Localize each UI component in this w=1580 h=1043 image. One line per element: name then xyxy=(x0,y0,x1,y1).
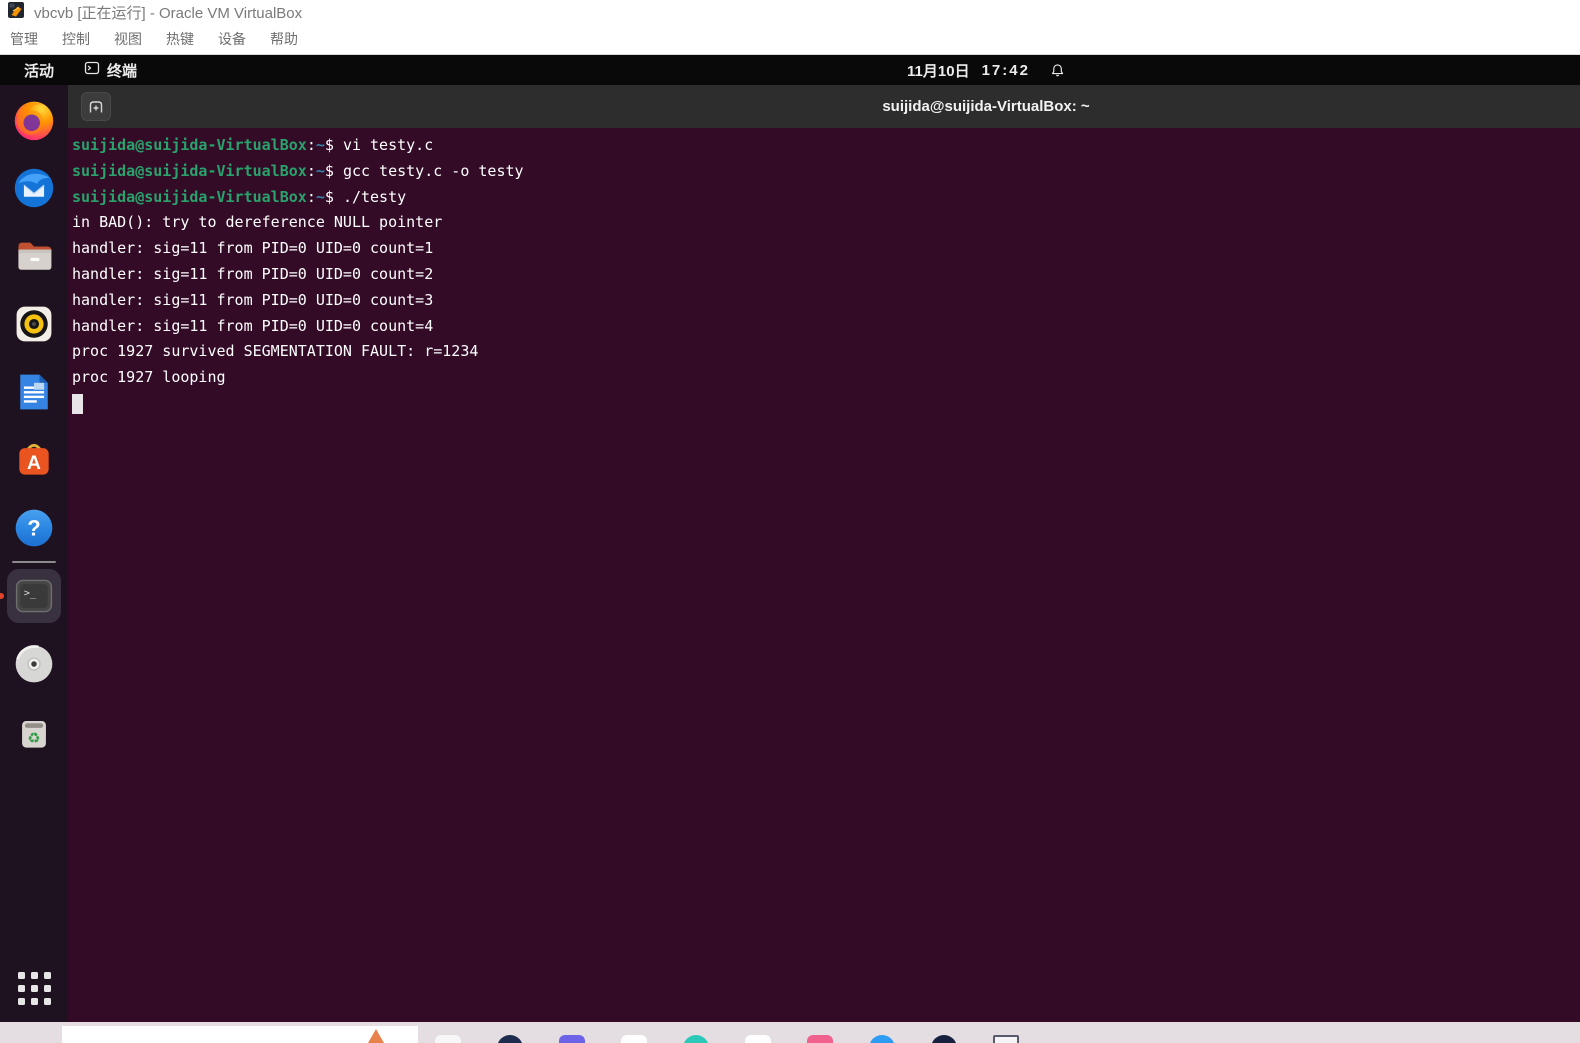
libreoffice-writer-icon[interactable] xyxy=(10,368,58,416)
terminal-icon[interactable]: >_ xyxy=(0,572,58,620)
output-text: proc 1927 survived SEGMENTATION FAULT: r… xyxy=(72,342,479,361)
output-text: in BAD(): try to dereference NULL pointe… xyxy=(72,213,443,232)
prompt-path: ~ xyxy=(315,187,325,206)
terminal-output-line: handler: sig=11 from PID=0 UID=0 count=3 xyxy=(72,288,1580,314)
prompt-dollar: $ xyxy=(324,161,343,180)
trash-icon[interactable]: ♻ xyxy=(10,708,58,756)
running-indicator-dot xyxy=(0,593,4,599)
taskbar-app-6[interactable] xyxy=(745,1035,771,1043)
prompt-user: suijida@suijida-VirtualBox xyxy=(72,136,307,154)
svg-text:A: A xyxy=(27,453,41,474)
menu-item-hotkeys[interactable]: 热键 xyxy=(166,29,194,49)
output-text: proc 1927 looping xyxy=(72,368,226,387)
terminal-output-line: handler: sig=11 from PID=0 UID=0 count=1 xyxy=(72,236,1580,262)
output-text: handler: sig=11 from PID=0 UID=0 count=2 xyxy=(72,264,434,283)
terminal-title: suijida@suijida-VirtualBox: ~ xyxy=(882,98,1090,115)
files-icon[interactable] xyxy=(10,232,58,280)
terminal-mini-icon xyxy=(84,60,100,80)
prompt-colon: : xyxy=(306,187,316,206)
prompt-path: ~ xyxy=(315,136,325,154)
terminal-output-line: in BAD(): try to dereference NULL pointe… xyxy=(72,210,1580,236)
taskbar-app-5[interactable] xyxy=(683,1035,709,1043)
thunderbird-icon[interactable] xyxy=(10,164,58,212)
prompt-user: suijida@suijida-VirtualBox xyxy=(72,187,307,206)
new-tab-button[interactable] xyxy=(81,92,111,121)
menu-item-view[interactable]: 视图 xyxy=(114,29,142,49)
virtualbox-titlebar: vbcvb [正在运行] - Oracle VM VirtualBox xyxy=(0,0,1580,24)
command-text: ./testy xyxy=(342,187,407,206)
terminal-header: suijida@suijida-VirtualBox: ~ xyxy=(68,85,1580,128)
svg-text:>_: >_ xyxy=(24,588,37,599)
terminal-cursor xyxy=(72,393,83,414)
prompt-colon: : xyxy=(306,161,316,180)
menu-item-manage[interactable]: 管理 xyxy=(10,29,38,49)
terminal-output-line: proc 1927 looping xyxy=(72,365,1580,391)
terminal-prompt-line: suijida@suijida-VirtualBox:~$ vi testy.c xyxy=(72,133,1580,159)
svg-text:?: ? xyxy=(27,515,40,540)
output-text: handler: sig=11 from PID=0 UID=0 count=4 xyxy=(72,316,434,335)
guest-screen: 活动 终端 11月10日 17:42 A ? >_ ♻ suijida@suij… xyxy=(0,55,1580,1022)
prompt-dollar: $ xyxy=(324,187,343,206)
host-taskbar xyxy=(0,1022,1580,1043)
svg-text:♻: ♻ xyxy=(27,730,40,747)
taskbar-app-4[interactable] xyxy=(621,1035,647,1043)
taskbar-app-2[interactable] xyxy=(497,1035,523,1043)
taskbar-app-1[interactable] xyxy=(435,1035,461,1043)
terminal-prompt-line: suijida@suijida-VirtualBox:~$ ./testy xyxy=(72,185,1580,211)
prompt-path: ~ xyxy=(315,161,325,180)
terminal-body[interactable]: suijida@suijida-VirtualBox:~$ vi testy.c… xyxy=(68,128,1580,1022)
taskbar-app-icon-partial[interactable] xyxy=(368,1029,384,1043)
terminal-output-line: handler: sig=11 from PID=0 UID=0 count=4 xyxy=(72,314,1580,340)
menu-item-control[interactable]: 控制 xyxy=(62,29,90,49)
bell-icon xyxy=(1050,63,1065,78)
taskbar-app-3[interactable] xyxy=(559,1035,585,1043)
terminal-prompt-line: suijida@suijida-VirtualBox:~$ gcc testy.… xyxy=(72,159,1580,185)
taskbar-app-9[interactable] xyxy=(931,1035,957,1043)
window-title: vbcvb [正在运行] - Oracle VM VirtualBox xyxy=(34,4,303,22)
time-label: 17:42 xyxy=(981,61,1030,79)
prompt-colon: : xyxy=(306,136,316,154)
menu-item-devices[interactable]: 设备 xyxy=(218,29,246,49)
focused-app-label: 终端 xyxy=(107,62,138,80)
focused-app-menu[interactable]: 终端 xyxy=(84,55,137,85)
virtualbox-logo-icon xyxy=(7,1,25,24)
terminal-output-line: handler: sig=11 from PID=0 UID=0 count=2 xyxy=(72,262,1580,288)
dock-separator xyxy=(12,561,56,563)
activities-button[interactable]: 活动 xyxy=(18,55,60,85)
show-applications-button[interactable] xyxy=(12,966,56,1010)
taskbar-app-10[interactable] xyxy=(993,1035,1019,1043)
menu-item-help[interactable]: 帮助 xyxy=(270,29,298,49)
taskbar-white-panel[interactable] xyxy=(62,1026,418,1043)
help-icon[interactable]: ? xyxy=(10,504,58,552)
virtualbox-menubar: 管理 控制 视图 热键 设备 帮助 xyxy=(0,24,1580,55)
ubuntu-software-icon[interactable]: A xyxy=(10,436,58,484)
rhythmbox-icon[interactable] xyxy=(10,300,58,348)
dock: A ? >_ ♻ xyxy=(0,85,68,1022)
terminal-output-line: proc 1927 survived SEGMENTATION FAULT: r… xyxy=(72,339,1580,365)
firefox-icon[interactable] xyxy=(10,96,58,144)
taskbar-icons xyxy=(435,1035,1019,1043)
output-text: handler: sig=11 from PID=0 UID=0 count=1 xyxy=(72,239,434,258)
taskbar-app-7[interactable] xyxy=(807,1035,833,1043)
command-text: vi testy.c xyxy=(342,136,434,154)
gnome-topbar: 活动 终端 11月10日 17:42 xyxy=(0,55,1580,85)
output-text: handler: sig=11 from PID=0 UID=0 count=3 xyxy=(72,290,434,309)
clock-menu[interactable]: 11月10日 17:42 xyxy=(907,55,1065,85)
prompt-user: suijida@suijida-VirtualBox xyxy=(72,161,307,180)
date-label: 11月10日 xyxy=(907,62,970,80)
screen: vbcvb [正在运行] - Oracle VM VirtualBox 管理 控… xyxy=(0,0,1580,1043)
taskbar-app-8[interactable] xyxy=(869,1035,895,1043)
terminal-cursor-line xyxy=(72,391,1580,417)
command-text: gcc testy.c -o testy xyxy=(342,161,524,180)
cd-disc-icon[interactable] xyxy=(10,640,58,688)
prompt-dollar: $ xyxy=(324,136,343,154)
